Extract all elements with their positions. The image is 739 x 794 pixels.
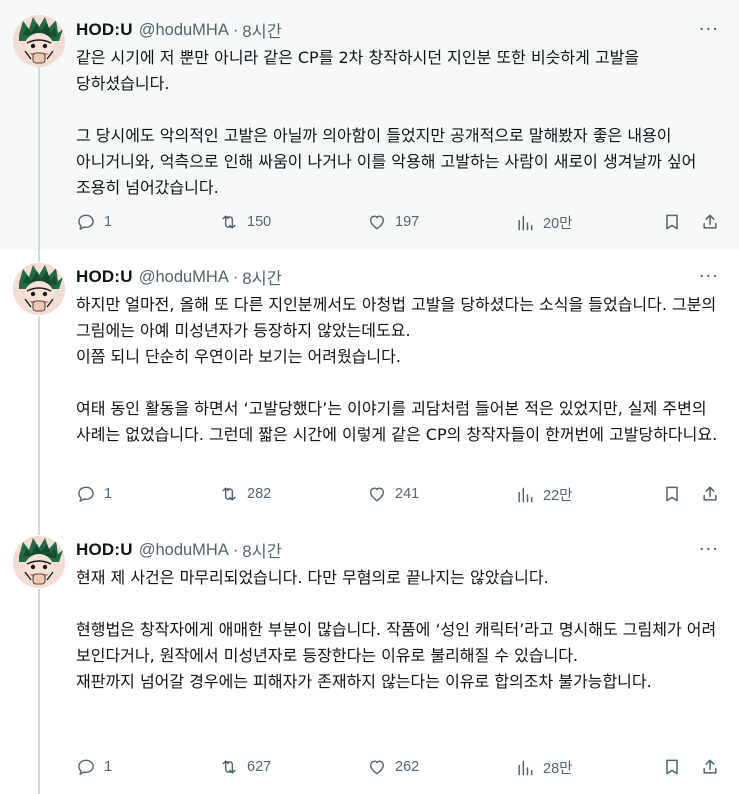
repost-arrows-icon [222,760,236,774]
tweet-paragraph: 여태 동인 활동을 하면서 ‘고발당했다’는 이야기를 괴담처럼 들어본 적은 … [76,399,718,444]
share-upload-icon [703,486,717,501]
display-name[interactable]: HOD:U [76,540,133,560]
repost-button[interactable]: 282 [219,484,271,504]
views-count: 20만 [543,216,573,232]
timestamp[interactable]: 8시간 [242,538,282,562]
like-count: 241 [395,486,420,502]
views-button[interactable]: 28만 [515,757,572,778]
reply-count: 1 [104,759,113,775]
views-bar-chart-icon [518,215,533,230]
like-count: 262 [395,759,420,775]
tweet-paragraph: 그 당시에도 악의적인 고발은 아닐까 의아함이 들었지만 공개적으로 말해봤자… [76,126,697,197]
share-button[interactable] [700,484,720,504]
tweet-paragraph: 하지만 얼마전, 올해 또 다른 지인분께서도 아청법 고발을 당하셨다는 소식… [76,295,717,340]
share-button[interactable] [700,757,720,777]
more-dots-icon[interactable]: ··· [699,266,719,287]
repost-count: 627 [247,759,272,775]
repost-count: 282 [247,486,272,502]
tweet-paragraph: 현재 제 사건은 마무리되었습니다. 다만 무혐의로 끝나지는 않았습니다. [76,568,549,587]
reply-bubble-icon [78,214,94,230]
heart-icon [370,215,384,230]
separator-dot: · [232,540,239,559]
action-bar: 1 627 262 28만 [76,757,724,781]
views-bar-chart-icon [518,487,533,502]
tweet-paragraph-break [76,591,724,617]
timestamp[interactable]: 8시간 [242,265,282,289]
share-upload-icon [703,214,717,229]
avatar-illustration-icon [13,15,65,67]
views-button[interactable]: 22만 [515,484,572,505]
user-handle[interactable]: @hoduMHA [139,268,229,287]
avatar[interactable] [13,15,65,67]
views-bar-chart-icon [518,760,533,775]
avatar-illustration-icon [13,263,65,315]
heart-icon [370,760,384,775]
like-button[interactable]: 197 [367,212,419,232]
views-count: 22만 [543,488,573,504]
tweet-text: 같은 시기에 저 뿐만 아니라 같은 CP를 2차 창작하시던 지인분 또한 비… [76,45,724,201]
repost-arrows-icon [222,215,236,229]
avatar-illustration-icon [13,536,65,588]
tweet-paragraph: 이쯤 되니 단순히 우연이라 보기는 어려웠습니다. [76,347,401,366]
display-name[interactable]: HOD:U [76,267,133,287]
tweet-text: 하지만 얼마전, 올해 또 다른 지인분께서도 아청법 고발을 당하셨다는 소식… [76,292,724,448]
like-count: 197 [395,214,420,230]
reply-button[interactable]: 1 [76,484,112,504]
thread-line [38,316,40,523]
reply-count: 1 [104,486,113,502]
user-handle[interactable]: @hoduMHA [139,21,229,40]
tweet-text: 현재 제 사건은 마무리되었습니다. 다만 무혐의로 끝나지는 않았습니다. 현… [76,565,724,695]
bookmark-icon [666,759,678,775]
avatar[interactable] [13,263,65,315]
bookmark-button[interactable] [662,212,682,232]
thread-line [38,589,40,794]
tweet-header: HOD:U @hoduMHA · 8시간 ··· [76,266,721,288]
tweet[interactable]: HOD:U @hoduMHA · 8시간 ··· 같은 시기에 저 뿐만 아니라… [0,0,739,250]
repost-button[interactable]: 627 [219,757,271,777]
reply-button[interactable]: 1 [76,212,112,232]
thread-line [38,523,40,535]
reply-bubble-icon [78,759,94,775]
tweet-header: HOD:U @hoduMHA · 8시간 ··· [76,539,721,561]
more-dots-icon[interactable]: ··· [699,539,719,560]
tweet-paragraph-break [76,97,724,123]
more-dots-icon[interactable]: ··· [699,19,719,40]
like-button[interactable]: 262 [367,757,419,777]
repost-arrows-icon [222,487,236,501]
repost-count: 150 [247,214,272,230]
thread-line [38,250,40,262]
thread-line [38,66,40,250]
tweet[interactable]: HOD:U @hoduMHA · 8시간 ··· 하지만 얼마전, 올해 또 다… [0,250,739,523]
reply-bubble-icon [78,486,94,502]
user-handle[interactable]: @hoduMHA [139,541,229,560]
action-bar: 1 150 197 20만 [76,212,724,236]
share-upload-icon [703,759,717,774]
tweet-paragraph: 같은 시기에 저 뿐만 아니라 같은 CP를 2차 창작하시던 지인분 또한 비… [76,48,640,93]
timestamp[interactable]: 8시간 [242,18,282,42]
separator-dot: · [232,267,239,286]
reply-button[interactable]: 1 [76,757,112,777]
reply-count: 1 [104,214,113,230]
bookmark-button[interactable] [662,484,682,504]
tweet-paragraph: 재판까지 넘어갈 경우에는 피해자가 존재하지 않는다는 이유로 합의조차 불가… [76,672,652,691]
views-button[interactable]: 20만 [515,212,572,233]
repost-button[interactable]: 150 [219,212,271,232]
tweet-header: HOD:U @hoduMHA · 8시간 ··· [76,19,721,41]
bookmark-button[interactable] [662,757,682,777]
tweet-paragraph: 현행법은 창작자에게 애매한 부분이 많습니다. 작품에 ‘성인 캐릭터’라고 … [76,620,717,665]
tweet[interactable]: HOD:U @hoduMHA · 8시간 ··· 현재 제 사건은 마무리되었습… [0,523,739,794]
tweet-paragraph-break [76,370,724,396]
action-bar: 1 282 241 22만 [76,484,724,508]
bookmark-icon [666,486,678,502]
bookmark-icon [666,214,678,230]
heart-icon [370,487,384,502]
display-name[interactable]: HOD:U [76,20,133,40]
like-button[interactable]: 241 [367,484,419,504]
separator-dot: · [232,20,239,39]
share-button[interactable] [700,212,720,232]
views-count: 28만 [543,761,573,777]
avatar[interactable] [13,536,65,588]
